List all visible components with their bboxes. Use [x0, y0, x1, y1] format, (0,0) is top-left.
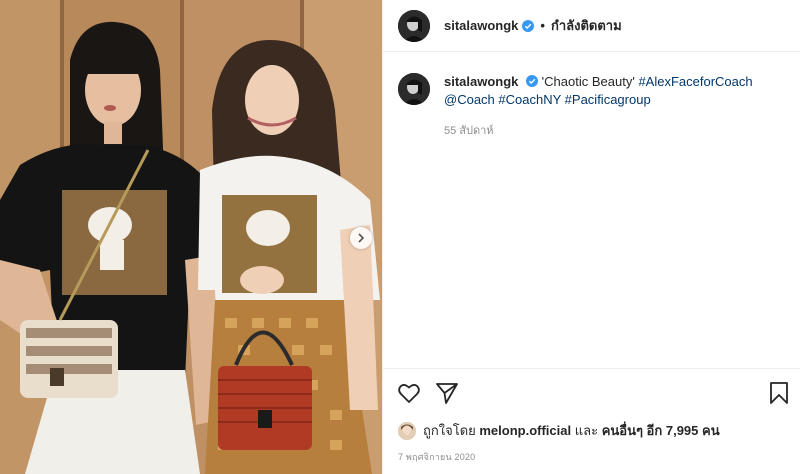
likes-prefix: ถูกใจโดย — [423, 423, 476, 438]
mention-link[interactable]: @Coach — [444, 92, 495, 107]
save-button[interactable] — [767, 381, 793, 407]
likes-summary: ถูกใจโดย melonp.official และ คนอื่นๆ อีก… — [398, 420, 720, 441]
carousel-next-button[interactable] — [350, 227, 372, 249]
liker-username[interactable]: melonp.official — [479, 423, 571, 438]
liker-avatar[interactable] — [398, 421, 416, 440]
header-username[interactable]: sitalawongk — [444, 18, 518, 33]
caption-username[interactable]: sitalawongk — [444, 74, 518, 89]
share-button[interactable] — [435, 381, 461, 407]
post-side-panel: sitalawongk • กำลังติดตาม sitalawongk 'C… — [382, 0, 800, 474]
verified-badge-icon — [522, 19, 535, 32]
heart-icon — [398, 384, 420, 403]
send-icon — [436, 383, 458, 404]
likes-others-link[interactable]: คนอื่นๆ อีก 7,995 คน — [602, 420, 720, 441]
photo-illustration — [0, 0, 382, 474]
post-caption: sitalawongk 'Chaotic Beauty' #AlexFacefo… — [398, 73, 788, 140]
avatar-image — [398, 73, 430, 105]
author-avatar[interactable] — [398, 9, 430, 42]
caption-text: 'Chaotic Beauty' — [541, 74, 635, 89]
caption-body: sitalawongk 'Chaotic Beauty' #AlexFacefo… — [444, 73, 788, 140]
likes-middle: และ — [574, 423, 599, 438]
caption-avatar[interactable] — [398, 73, 430, 105]
bookmark-icon — [770, 382, 788, 404]
post-actions — [383, 368, 800, 420]
hashtag-link[interactable]: #CoachNY — [498, 92, 561, 107]
post-header: sitalawongk • กำลังติดตาม — [383, 0, 800, 52]
post-photo[interactable] — [0, 0, 382, 474]
post-time-ago[interactable]: 55 สัปดาห์ — [444, 122, 788, 140]
verified-badge-icon — [526, 75, 539, 87]
hashtag-link[interactable]: #Pacificagroup — [565, 92, 651, 107]
post-date[interactable]: 7 พฤศจิกายน 2020 — [398, 450, 475, 464]
avatar-image — [398, 9, 430, 42]
chevron-right-icon — [358, 233, 365, 243]
follow-status-button[interactable]: กำลังติดตาม — [551, 15, 622, 36]
avatar-image — [398, 421, 416, 440]
header-separator: • — [540, 18, 545, 33]
hashtag-link[interactable]: #AlexFaceforCoach — [638, 74, 752, 89]
like-button[interactable] — [397, 381, 423, 407]
